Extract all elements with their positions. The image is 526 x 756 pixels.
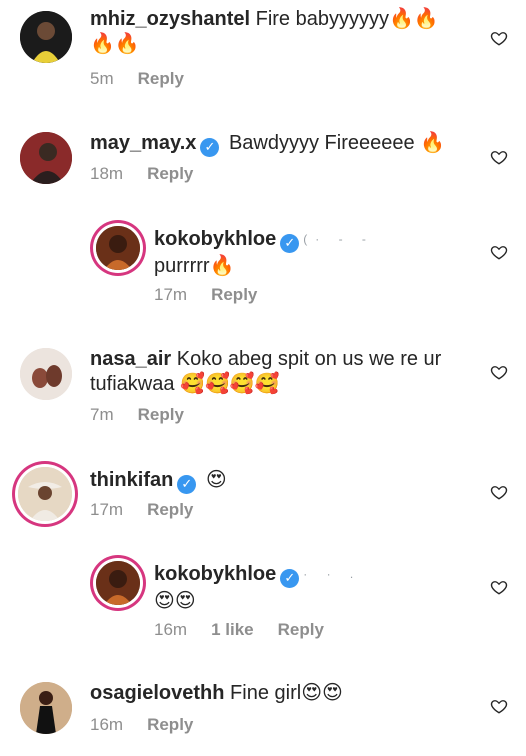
timestamp: 5m [90,69,114,88]
reply-button[interactable]: Reply [147,715,193,735]
timestamp: 7m [90,405,114,424]
avatar[interactable] [20,348,72,400]
emoji: 🥰🥰🥰🥰 [180,371,280,395]
avatar[interactable] [20,132,72,184]
username[interactable]: nasa_air [90,348,171,370]
username[interactable]: thinkifan [90,469,173,491]
username[interactable]: kokobykhloe [154,563,276,585]
avatar[interactable] [20,682,72,734]
verified-badge-icon: ✓ [280,233,300,253]
timestamp: 17m [90,500,124,519]
reply-button[interactable]: Reply [211,285,257,305]
comment-text: Koko abeg spit on us we re ur [176,348,442,370]
emoji: 😍😍 [154,587,196,612]
reply-button[interactable]: Reply [138,405,184,425]
avatar[interactable] [18,467,72,521]
emoji: 🔥 [420,130,446,154]
heart-icon[interactable] [490,483,508,501]
username[interactable]: kokobykhloe [154,228,276,250]
scribble-mark: · · . [303,567,373,581]
like-count[interactable]: 1 like [211,620,254,640]
username[interactable]: may_may.x [90,132,196,154]
emoji: 🔥 [209,252,235,277]
timestamp: 16m [154,620,188,639]
comment-text: tufiakwaa [90,373,175,395]
heart-icon[interactable] [490,363,508,381]
comment-text: purrrrr [154,254,210,277]
verified-badge-icon: ✓ [177,474,197,494]
scribble-mark: (· - - [303,232,374,246]
username[interactable]: osagielovethh [90,682,224,704]
heart-icon[interactable] [490,148,508,166]
comment-text: Fine girl [230,682,302,704]
heart-icon[interactable] [490,578,508,596]
emoji: 🔥🔥 [90,31,140,55]
avatar[interactable] [20,11,72,63]
comment-text: Fire babyyyyyy [255,8,389,30]
username[interactable]: mhiz_ozyshantel [90,8,250,30]
reply-button[interactable]: Reply [147,500,193,520]
emoji: 🔥🔥 [388,6,439,30]
reply-button[interactable]: Reply [147,164,193,184]
heart-icon[interactable] [490,243,508,261]
heart-icon[interactable] [490,29,508,47]
timestamp: 16m [90,715,124,734]
avatar[interactable] [96,226,140,270]
heart-icon[interactable] [490,697,508,715]
reply-button[interactable]: Reply [278,620,324,640]
verified-badge-icon: ✓ [200,137,220,157]
avatar[interactable] [96,561,140,605]
emoji: 😍 [205,467,227,491]
emoji: 😍😍 [301,680,343,704]
timestamp: 18m [90,164,124,183]
reply-button[interactable]: Reply [138,69,184,89]
timestamp: 17m [154,285,188,304]
verified-badge-icon: ✓ [280,568,300,588]
comment-text: Bawdyyyy Fireeeeee [228,132,415,154]
